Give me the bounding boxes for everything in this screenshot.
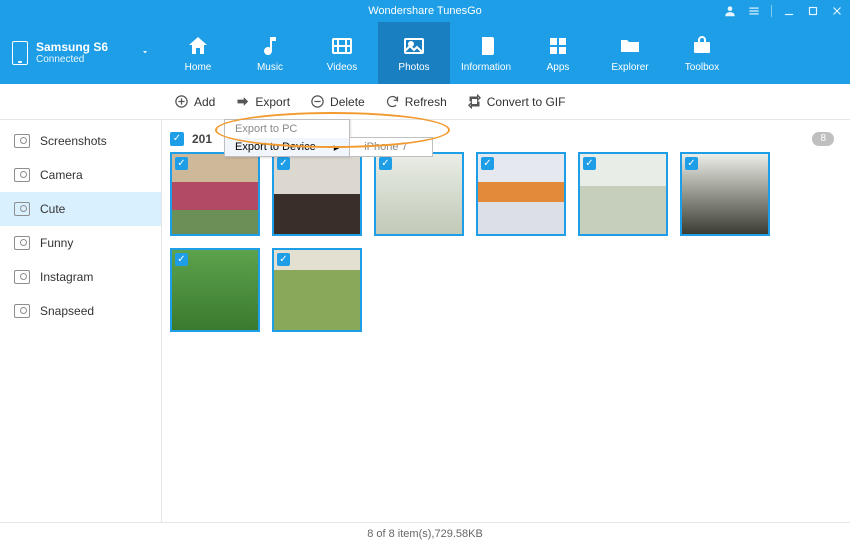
device-name: Samsung S6 [36, 41, 108, 54]
sidebar-item-label: Camera [40, 168, 83, 182]
photo-thumbnail[interactable] [680, 152, 770, 236]
sidebar-item-funny[interactable]: Funny [0, 226, 161, 260]
user-icon[interactable] [723, 4, 737, 18]
thumbnail-checkbox[interactable] [277, 253, 290, 266]
toolbar: Add Export Delete Refresh Convert to GIF [0, 84, 850, 120]
button-label: Refresh [405, 95, 447, 109]
photo-thumbnail[interactable] [272, 248, 362, 332]
thumbnail-checkbox[interactable] [685, 157, 698, 170]
add-button[interactable]: Add [174, 94, 215, 109]
refresh-button[interactable]: Refresh [385, 94, 447, 109]
delete-button[interactable]: Delete [310, 94, 365, 109]
sidebar-item-label: Instagram [40, 270, 93, 284]
convert-gif-button[interactable]: Convert to GIF [467, 94, 566, 109]
export-button[interactable]: Export [235, 94, 290, 109]
photo-thumbnail[interactable] [476, 152, 566, 236]
tab-label: Home [185, 62, 212, 73]
sidebar-item-screenshots[interactable]: Screenshots [0, 124, 161, 158]
sidebar-item-label: Funny [40, 236, 73, 250]
album-icon [14, 304, 30, 318]
photo-thumbnail[interactable] [374, 152, 464, 236]
tab-explorer[interactable]: Explorer [594, 22, 666, 84]
export-to-device-item[interactable]: Export to Device ▸ [225, 138, 349, 156]
button-label: Convert to GIF [487, 95, 566, 109]
tab-toolbox[interactable]: Toolbox [666, 22, 738, 84]
thumbnail-checkbox[interactable] [277, 157, 290, 170]
select-all-checkbox[interactable] [170, 132, 184, 146]
export-to-pc-item[interactable]: Export to PC [225, 120, 349, 138]
sidebar-item-cute[interactable]: Cute [0, 192, 161, 226]
thumbnail-checkbox[interactable] [583, 157, 596, 170]
menu-icon[interactable] [747, 4, 761, 18]
device-status: Connected [36, 54, 108, 65]
tab-label: Music [257, 62, 283, 73]
sidebar-item-camera[interactable]: Camera [0, 158, 161, 192]
tab-music[interactable]: Music [234, 22, 306, 84]
thumbnail-checkbox[interactable] [379, 157, 392, 170]
tab-label: Videos [327, 62, 357, 73]
body: Screenshots Camera Cute Funny Instagram … [0, 120, 850, 522]
device-picker[interactable]: Samsung S6 Connected [0, 22, 162, 84]
tab-label: Photos [398, 62, 429, 73]
header: Samsung S6 Connected Home Music Videos P… [0, 22, 850, 84]
maximize-button[interactable] [806, 4, 820, 18]
thumbnail-grid [170, 152, 834, 332]
phone-icon [12, 41, 28, 65]
menu-item-label: Export to PC [235, 123, 297, 135]
status-text: 8 of 8 item(s),729.58KB [367, 528, 483, 540]
photo-thumbnail[interactable] [170, 248, 260, 332]
minimize-button[interactable] [782, 4, 796, 18]
sidebar-item-snapseed[interactable]: Snapseed [0, 294, 161, 328]
titlebar: Wondershare TunesGo [0, 0, 850, 22]
thumbnail-checkbox[interactable] [481, 157, 494, 170]
tab-information[interactable]: Information [450, 22, 522, 84]
statusbar: 8 of 8 item(s),729.58KB [0, 522, 850, 544]
photo-thumbnail[interactable] [272, 152, 362, 236]
sidebar-item-label: Cute [40, 202, 65, 216]
chevron-right-icon: ▸ [334, 141, 340, 154]
separator [771, 5, 772, 17]
album-icon [14, 202, 30, 216]
tab-photos[interactable]: Photos [378, 22, 450, 84]
close-button[interactable] [830, 4, 844, 18]
titlebar-controls [723, 0, 844, 22]
tab-apps[interactable]: Apps [522, 22, 594, 84]
tab-videos[interactable]: Videos [306, 22, 378, 84]
menu-item-label: Export to Device [235, 141, 316, 153]
button-label: Add [194, 95, 215, 109]
album-icon [14, 236, 30, 250]
menu-item-label: iPhone 7 [364, 141, 407, 153]
export-menu: Export to PC Export to Device ▸ iPhone 7 [224, 119, 350, 157]
content: 201 8 [162, 120, 850, 522]
photo-thumbnail[interactable] [170, 152, 260, 236]
sidebar-item-label: Screenshots [40, 134, 107, 148]
sidebar-item-label: Snapseed [40, 304, 94, 318]
thumbnail-checkbox[interactable] [175, 157, 188, 170]
tab-label: Explorer [611, 62, 648, 73]
sidebar: Screenshots Camera Cute Funny Instagram … [0, 120, 162, 522]
tab-label: Toolbox [685, 62, 719, 73]
nav-tabs: Home Music Videos Photos Information App… [162, 22, 850, 84]
group-year-label: 201 [192, 132, 212, 146]
photo-thumbnail[interactable] [578, 152, 668, 236]
export-target-device-item[interactable]: iPhone 7 [350, 138, 431, 156]
album-icon [14, 270, 30, 284]
tab-label: Information [461, 62, 511, 73]
chevron-down-icon [140, 44, 150, 62]
album-icon [14, 168, 30, 182]
thumbnail-checkbox[interactable] [175, 253, 188, 266]
button-label: Delete [330, 95, 365, 109]
tab-label: Apps [547, 62, 570, 73]
app-title: Wondershare TunesGo [368, 5, 482, 17]
button-label: Export [255, 95, 290, 109]
sidebar-item-instagram[interactable]: Instagram [0, 260, 161, 294]
group-count-badge: 8 [812, 132, 834, 146]
tab-home[interactable]: Home [162, 22, 234, 84]
album-icon [14, 134, 30, 148]
export-submenu: iPhone 7 [349, 137, 432, 157]
